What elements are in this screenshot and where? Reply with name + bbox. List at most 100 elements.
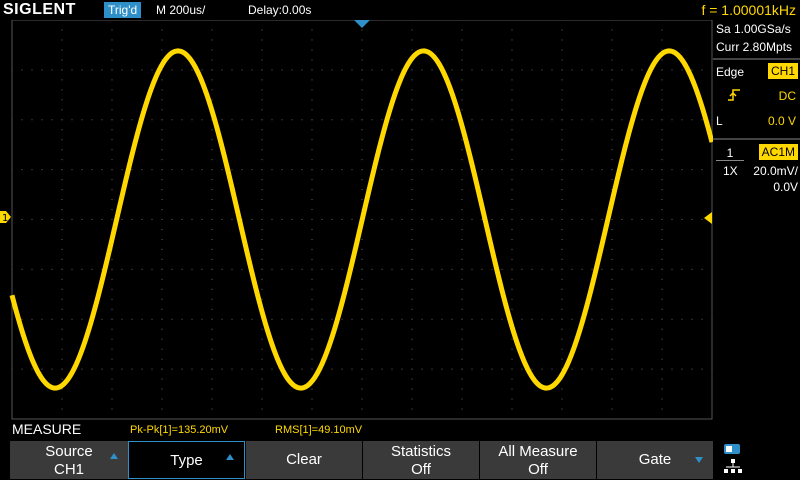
- grid-dot: [391, 219, 393, 220]
- grid-dot: [61, 179, 63, 181]
- grid-dot: [21, 368, 23, 370]
- grid-dot: [511, 69, 513, 71]
- grid-dot: [111, 388, 113, 390]
- delay-readout[interactable]: Delay:0.00s: [248, 0, 311, 20]
- grid-dot: [71, 169, 73, 171]
- grid-dot: [211, 298, 213, 300]
- grid-dot: [211, 199, 213, 201]
- grid-dot: [551, 119, 553, 121]
- grid-dot: [551, 268, 553, 270]
- grid-dot: [651, 318, 653, 320]
- grid-dot: [261, 358, 263, 360]
- channel1-ground-marker[interactable]: 1: [0, 211, 11, 224]
- grid-dot: [141, 169, 143, 171]
- grid-dot: [611, 69, 613, 71]
- type-button[interactable]: Type: [128, 441, 245, 479]
- grid-dot: [311, 238, 313, 240]
- grid-dot: [431, 169, 433, 171]
- grid-dot: [441, 119, 443, 121]
- trigger-level-marker[interactable]: [704, 212, 712, 224]
- grid-dot: [311, 69, 313, 71]
- grid-dot: [621, 69, 623, 71]
- grid-dot: [661, 119, 663, 121]
- grid-dot: [461, 169, 463, 171]
- grid-dot: [461, 159, 463, 161]
- grid-dot: [571, 268, 573, 270]
- grid-dot: [521, 368, 523, 370]
- grid-dot: [221, 368, 223, 370]
- grid-dot: [441, 268, 443, 270]
- clear-button-label: Clear: [286, 451, 322, 468]
- grid-dot: [461, 328, 463, 330]
- grid-dot: [501, 69, 503, 71]
- grid-dot: [561, 308, 563, 310]
- channel1-scale: 20.0mV/: [753, 164, 798, 178]
- grid-dot: [571, 69, 573, 71]
- all-measure-button[interactable]: All Measure Off: [480, 441, 596, 479]
- grid-dot: [411, 89, 413, 91]
- grid-dot: [311, 189, 313, 191]
- grid-dot: [451, 69, 453, 71]
- grid-dot: [461, 338, 463, 340]
- grid-dot: [461, 39, 463, 41]
- grid-dot: [411, 99, 413, 101]
- grid-dot: [131, 368, 133, 370]
- grid-dot: [631, 318, 633, 320]
- waveform-display: 1: [0, 19, 715, 420]
- source-button[interactable]: Source CH1: [10, 441, 128, 479]
- timebase-readout[interactable]: M 200us/: [156, 0, 205, 20]
- grid-dot: [661, 258, 663, 260]
- grid-dot: [241, 119, 243, 121]
- grid-dot: [141, 69, 143, 71]
- grid-dot: [351, 318, 353, 320]
- grid-dot: [541, 268, 543, 270]
- grid-dot: [161, 99, 163, 101]
- grid-dot: [211, 59, 213, 61]
- svg-text:1: 1: [2, 213, 8, 224]
- grid-dot: [661, 378, 663, 380]
- clear-button[interactable]: Clear: [246, 441, 362, 479]
- grid-dot: [171, 169, 173, 171]
- grid-dot: [211, 358, 213, 360]
- grid-dot: [411, 49, 413, 51]
- grid-dot: [91, 268, 93, 270]
- grid-dot: [461, 278, 463, 280]
- statistics-button[interactable]: Statistics Off: [363, 441, 479, 479]
- grid-dot: [511, 378, 513, 380]
- grid-dot: [411, 328, 413, 330]
- grid-dot: [611, 29, 613, 31]
- grid-dot: [371, 219, 373, 220]
- grid-dot: [261, 288, 263, 290]
- grid-dot: [311, 79, 313, 81]
- grid-dot: [261, 408, 263, 410]
- grid-dot: [111, 139, 113, 141]
- grid-dot: [611, 179, 613, 181]
- grid-dot: [651, 119, 653, 121]
- grid-dot: [111, 29, 113, 31]
- grid-dot: [511, 398, 513, 400]
- network-icon[interactable]: [722, 442, 744, 478]
- grid-dot: [171, 368, 173, 370]
- grid-dot: [161, 328, 163, 330]
- grid-dot: [561, 219, 563, 220]
- grid-dot: [161, 159, 163, 161]
- grid-dot: [481, 69, 483, 71]
- grid-dot: [411, 318, 413, 320]
- grid-dot: [541, 119, 543, 121]
- grid-dot: [11, 368, 13, 370]
- trigger-position-marker[interactable]: [354, 20, 370, 28]
- channel1-info[interactable]: 1 AC1M 1X 20.0mV/ 0.0V: [713, 142, 800, 196]
- grid-dot: [161, 79, 163, 81]
- grid-dot: [61, 358, 63, 360]
- gate-button[interactable]: Gate: [597, 441, 713, 479]
- channel1-number: 1: [716, 146, 744, 161]
- grid-dot: [361, 368, 363, 370]
- trigger-status-badge: Trig'd: [104, 2, 142, 18]
- grid-dot: [681, 268, 683, 270]
- grid-dot: [631, 268, 633, 270]
- grid-dot: [461, 268, 463, 270]
- grid-dot: [611, 328, 613, 330]
- grid-dot: [271, 268, 273, 270]
- grid-dot: [601, 69, 603, 71]
- grid-dot: [171, 119, 173, 121]
